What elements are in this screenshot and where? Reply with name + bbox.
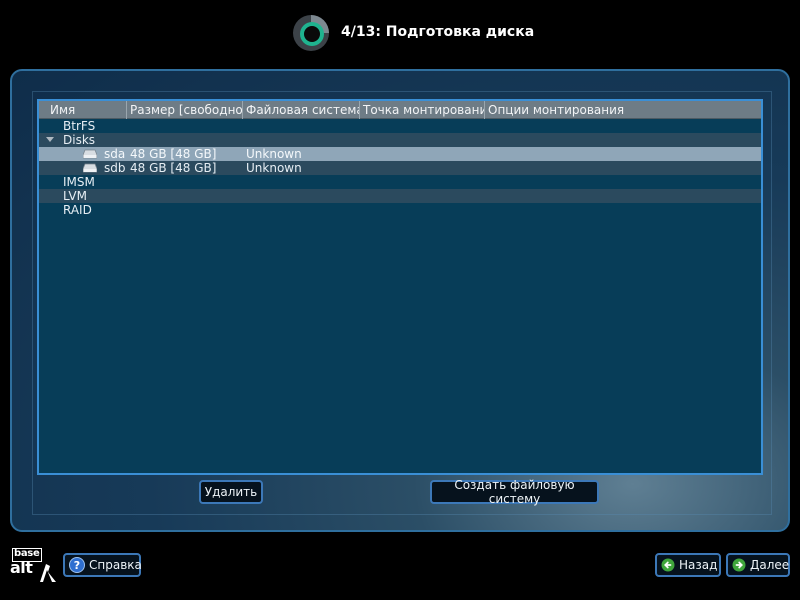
help-button[interactable]: ? Справка [63, 553, 142, 577]
back-label: Назад [679, 558, 718, 572]
arrow-right-icon [732, 558, 746, 572]
basealt-logo: base alt [10, 548, 60, 584]
row-size: 48 GB [48 GB] [130, 147, 217, 161]
partition-tree[interactable]: Имя Размер [свободно] Файловая система Т… [37, 99, 763, 475]
column-header-mountpoint[interactable]: Точка монтирования [360, 101, 485, 119]
row-name: sda [104, 147, 126, 161]
tree-row-disks[interactable]: Disks [39, 133, 761, 147]
alt-installer-ring-icon [293, 15, 329, 51]
logo-text-alt: alt [10, 558, 33, 577]
arrow-left-icon [661, 558, 675, 572]
tree-row-sdb[interactable]: sdb 48 GB [48 GB] Unknown [39, 161, 761, 175]
delete-button[interactable]: Удалить [199, 480, 263, 504]
tree-row-imsm[interactable]: IMSM [39, 175, 761, 189]
next-button[interactable]: Далее [726, 553, 790, 577]
row-filesystem: Unknown [246, 147, 302, 161]
tree-row-btrfs[interactable]: BtrFS [39, 119, 761, 133]
penguin-mascot-icon [40, 564, 56, 582]
next-label: Далее [750, 558, 790, 572]
help-icon: ? [69, 557, 85, 573]
row-name: LVM [63, 189, 87, 203]
tree-header: Имя Размер [свободно] Файловая система Т… [39, 101, 761, 119]
help-label: Справка [89, 558, 142, 572]
tree-row-sda[interactable]: sda 48 GB [48 GB] Unknown [39, 147, 761, 161]
column-header-mount-options[interactable]: Опции монтирования [485, 101, 761, 119]
tree-row-raid[interactable]: RAID [39, 203, 761, 217]
row-name: Disks [63, 133, 96, 147]
row-name: RAID [63, 203, 92, 217]
row-filesystem: Unknown [246, 161, 302, 175]
tree-row-lvm[interactable]: LVM [39, 189, 761, 203]
column-header-filesystem[interactable]: Файловая система [243, 101, 360, 119]
hard-disk-icon [83, 149, 97, 159]
expander-arrow-icon[interactable] [46, 137, 54, 142]
create-filesystem-button[interactable]: Создать файловую систему [430, 478, 599, 506]
row-name: BtrFS [63, 119, 96, 133]
row-name: sdb [104, 161, 126, 175]
page-title: 4/13: Подготовка диска [341, 24, 535, 40]
row-name: IMSM [63, 175, 95, 189]
svg-text:?: ? [74, 559, 80, 572]
row-size: 48 GB [48 GB] [130, 161, 217, 175]
column-header-name[interactable]: Имя [39, 101, 127, 119]
column-header-size[interactable]: Размер [свободно] [127, 101, 243, 119]
back-button[interactable]: Назад [655, 553, 721, 577]
header: 4/13: Подготовка диска [0, 0, 800, 66]
hard-disk-icon [83, 163, 97, 173]
